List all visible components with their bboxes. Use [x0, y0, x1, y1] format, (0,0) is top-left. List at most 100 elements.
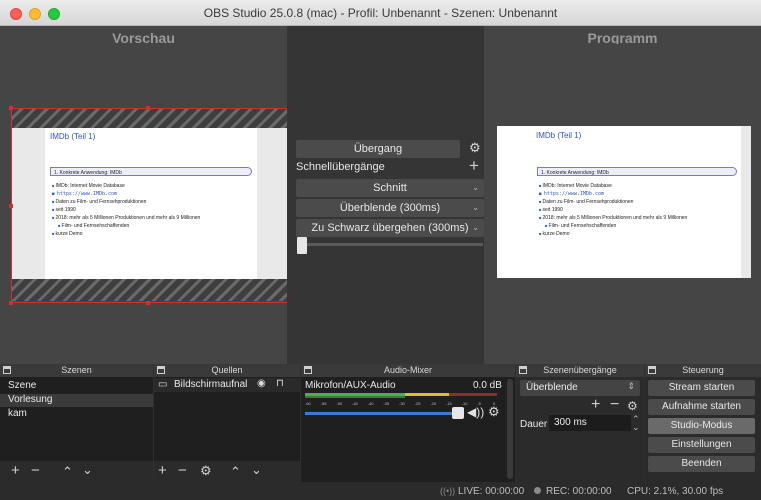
meter-scale-tick: -15 — [446, 401, 452, 406]
updown-chevron-icon: ⇕ — [627, 381, 635, 391]
duration-input[interactable]: 300 ms — [549, 415, 631, 431]
scenes-list: Szene Vorlesung kam — [0, 377, 153, 461]
resize-handle[interactable] — [9, 301, 13, 305]
volume-slider-track[interactable] — [305, 412, 457, 415]
sources-dock: Quellen ▭ Bildschirmaufnal ◉ ⊓ + − ⚙ ⌃ ⌄ — [154, 364, 300, 482]
sources-dock-header: Quellen — [154, 364, 300, 377]
duration-stepper[interactable]: ⌃ ⌄ — [632, 415, 640, 432]
gear-icon[interactable]: ⚙ — [488, 404, 500, 420]
scene-item[interactable]: kam — [8, 408, 27, 419]
undock-icon[interactable] — [519, 366, 527, 374]
quick-transitions-label: Schnellübergänge — [296, 161, 385, 173]
scene-item[interactable]: Vorlesung — [8, 394, 52, 405]
gear-icon[interactable]: ⚙ — [469, 140, 481, 156]
start-recording-button[interactable]: Aufnahme starten — [648, 399, 755, 415]
meter-scale-tick: -25 — [414, 401, 421, 406]
remove-icon[interactable]: − — [178, 462, 187, 479]
source-name: Bildschirmaufnal — [174, 379, 248, 390]
channel-level: 0.0 dB — [473, 380, 502, 391]
t-bar-handle[interactable] — [297, 237, 307, 254]
dock-title: Quellen — [211, 365, 243, 375]
meter-scale-tick: -30 — [399, 401, 405, 406]
duration-label: Dauer — [520, 419, 548, 430]
resize-handle[interactable] — [146, 301, 150, 305]
transition-select[interactable]: Überblende ⇕ — [520, 380, 640, 396]
sources-toolbar: + − ⚙ ⌃ ⌄ — [154, 461, 300, 482]
chevron-down-icon: ⌄ — [472, 203, 479, 212]
add-quick-transition-icon[interactable]: + — [469, 157, 479, 174]
slide-heading-box: 1. Konkrete Anwendung: IMDb — [537, 167, 737, 176]
meter-scale-tick: -20 — [430, 401, 437, 406]
undock-icon[interactable] — [304, 366, 312, 374]
window-title: OBS Studio 25.0.8 (mac) - Profil: Unbena… — [203, 6, 558, 20]
sources-list: ▭ Bildschirmaufnal ◉ ⊓ — [154, 377, 300, 461]
resize-handle[interactable] — [9, 204, 13, 208]
meter-scale-tick: -50 — [336, 401, 343, 406]
move-up-icon[interactable]: ⌃ — [230, 464, 241, 480]
slide-bullet: kurze Demo — [539, 230, 739, 238]
option-label: Schnitt — [373, 182, 407, 194]
resize-handle[interactable] — [9, 106, 13, 110]
monitor-icon: ▭ — [158, 379, 168, 390]
rec-timer: REC: 00:00:00 — [546, 486, 612, 497]
scene-transitions-dock: Szenenübergänge Überblende ⇕ + − ⚙ Dauer… — [516, 364, 644, 482]
slide-bullet-cont: Film- und Fernsehschaffenden — [539, 222, 739, 230]
title-bar: OBS Studio 25.0.8 (mac) - Profil: Unbena… — [0, 0, 761, 26]
chevron-down-icon: ⌄ — [472, 183, 479, 192]
slide-bullet: https://www.IMDb.com — [539, 190, 739, 198]
eye-icon[interactable]: ◉ — [257, 378, 266, 389]
record-indicator-icon — [534, 487, 541, 494]
add-icon[interactable]: + — [158, 462, 167, 479]
add-icon[interactable]: + — [11, 462, 20, 479]
settings-button[interactable]: Einstellungen — [648, 437, 755, 453]
scene-item[interactable]: Szene — [8, 380, 36, 391]
meter-scale-tick: -55 — [320, 401, 327, 406]
studio-mode-button[interactable]: Studio-Modus — [648, 418, 755, 434]
scenes-toolbar: + − ⌃ ⌄ — [0, 461, 153, 482]
remove-icon[interactable]: − — [610, 396, 619, 414]
resize-handle[interactable] — [146, 106, 150, 110]
status-bar: ((•)) LIVE: 00:00:00 REC: 00:00:00 CPU: … — [0, 482, 761, 500]
move-up-icon[interactable]: ⌃ — [62, 464, 73, 480]
option-label: Überblende (300ms) — [339, 202, 441, 214]
dock-title: Audio-Mixer — [383, 365, 432, 375]
move-down-icon[interactable]: ⌄ — [251, 462, 262, 478]
quick-transition-fade-to-black[interactable]: Zu Schwarz übergehen (300ms) ⌄ — [296, 219, 484, 237]
speaker-icon[interactable]: ◀)) — [467, 405, 484, 419]
source-item[interactable]: ▭ Bildschirmaufnal ◉ ⊓ — [154, 378, 300, 392]
undock-icon[interactable] — [3, 366, 11, 374]
exit-button[interactable]: Beenden — [648, 456, 755, 472]
controls-header: Steuerung — [645, 364, 761, 377]
chevron-down-icon: ⌄ — [472, 223, 479, 232]
quick-transition-cut[interactable]: Schnitt ⌄ — [296, 179, 484, 197]
dock-title: Szenenübergänge — [543, 365, 617, 375]
dock-title: Steuerung — [682, 365, 724, 375]
lock-icon[interactable]: ⊓ — [276, 378, 284, 389]
start-stream-button[interactable]: Stream starten — [648, 380, 755, 396]
audio-level-meter — [305, 393, 501, 401]
remove-icon[interactable]: − — [31, 462, 40, 479]
volume-slider-handle[interactable] — [452, 407, 464, 419]
move-down-icon[interactable]: ⌄ — [82, 462, 93, 478]
t-bar-track[interactable] — [301, 243, 483, 246]
meter-scale-tick: -60 — [305, 401, 311, 406]
slide-bullet: seit 1990 — [539, 206, 739, 214]
meter-scale-tick: -45 — [352, 401, 358, 406]
source-selection-frame[interactable] — [11, 108, 288, 303]
undock-icon[interactable] — [157, 366, 165, 374]
dock-title: Szenen — [61, 365, 92, 375]
transition-button[interactable]: Übergang — [296, 140, 460, 158]
duration-value: 300 ms — [554, 417, 587, 428]
slide-bullet: 2018: mehr als 5 Millionen Produktionen … — [539, 214, 739, 222]
gear-icon[interactable]: ⚙ — [200, 463, 212, 479]
meter-scale-tick: -35 — [383, 401, 390, 406]
add-icon[interactable]: + — [591, 396, 600, 414]
undock-icon[interactable] — [648, 366, 656, 374]
scenes-dock-header: Szenen — [0, 364, 153, 377]
quick-transition-fade[interactable]: Überblende (300ms) ⌄ — [296, 199, 484, 217]
program-slide: IMDb (Teil 1) 1. Konkrete Anwendung: IMD… — [497, 126, 751, 278]
gear-icon[interactable]: ⚙ — [627, 399, 638, 413]
broadcast-icon: ((•)) — [440, 486, 456, 496]
mixer-scrollbar[interactable] — [507, 379, 513, 479]
meter-scale-tick: -40 — [367, 401, 374, 406]
